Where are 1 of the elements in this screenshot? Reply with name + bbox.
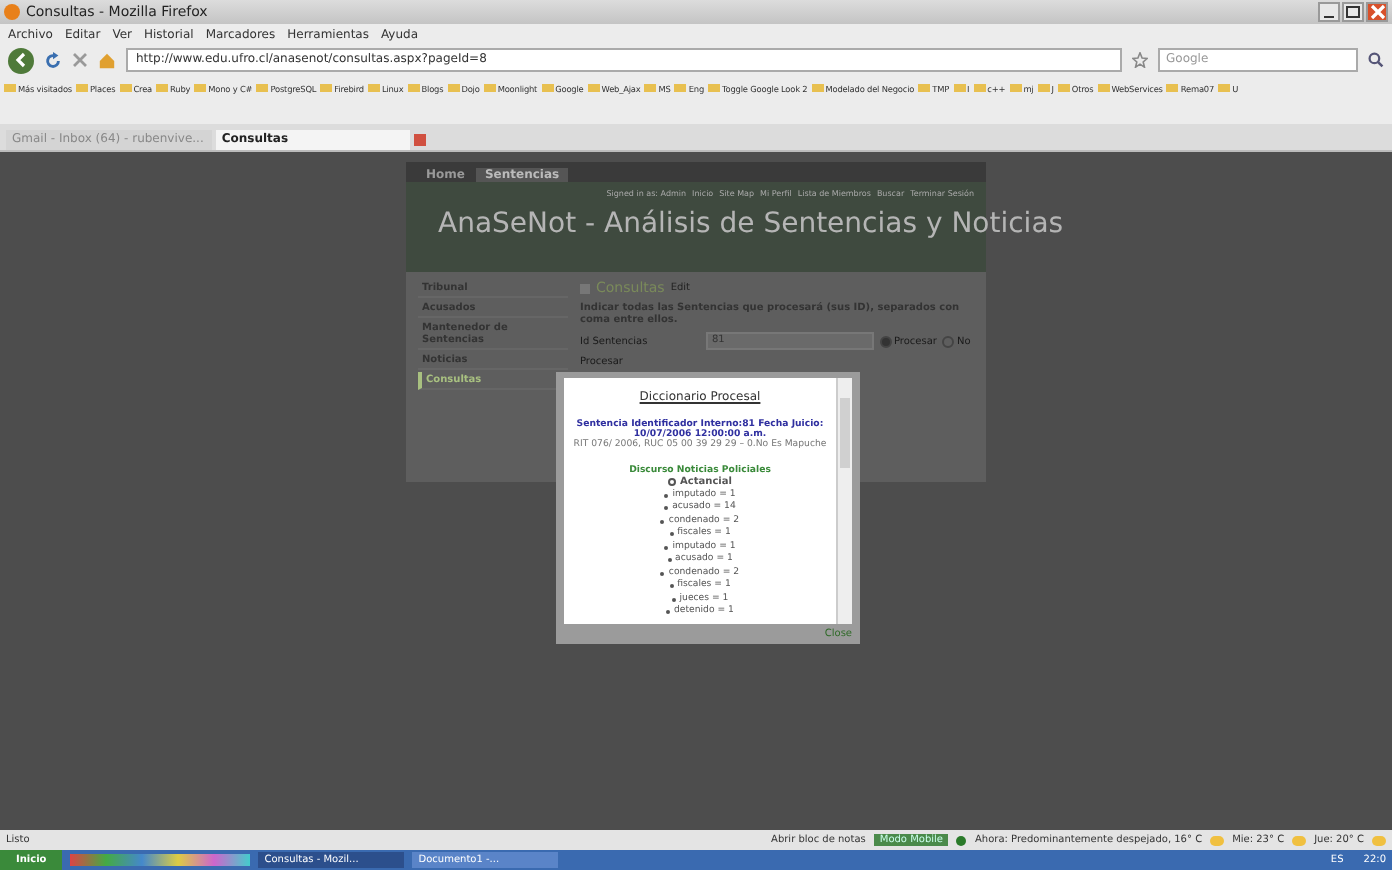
site-title: AnaSeNot - Análisis de Sentencias y Noticias: [436, 206, 1064, 242]
